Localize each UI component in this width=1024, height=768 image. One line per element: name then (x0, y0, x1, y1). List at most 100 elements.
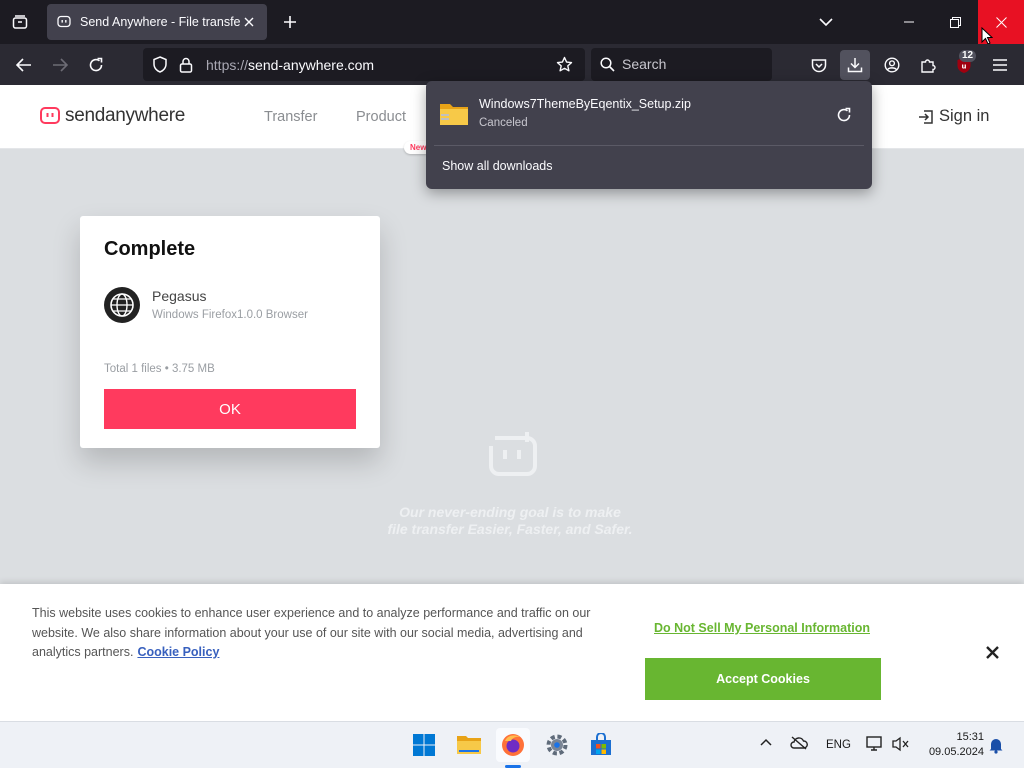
gear-icon (546, 734, 568, 756)
list-all-tabs-button[interactable] (6, 8, 34, 36)
search-bar[interactable]: Search (591, 48, 772, 81)
url-text[interactable]: https://send-anywhere.com (206, 57, 374, 73)
retry-icon (837, 107, 851, 122)
svg-text:u: u (962, 62, 967, 70)
folder-icon (457, 736, 481, 754)
extensions-button[interactable] (913, 50, 943, 80)
device-avatar (104, 287, 140, 323)
device-description: Windows Firefox1.0.0 Browser (152, 309, 308, 321)
start-button[interactable] (407, 728, 441, 762)
download-status: Canceled (479, 117, 528, 129)
zip-file-icon (440, 104, 468, 125)
file-explorer-button[interactable] (452, 728, 486, 762)
tracking-protection-shield-icon[interactable] (152, 56, 168, 73)
speaker-muted-icon (892, 736, 909, 752)
site-logo[interactable]: sendanywhere (40, 105, 185, 127)
tabs-overflow-button[interactable] (812, 9, 840, 35)
downloads-button[interactable] (840, 50, 870, 80)
cloud-off-icon (790, 736, 808, 750)
plus-icon (284, 16, 296, 28)
tab-send-anywhere[interactable]: Send Anywhere - File transfer (47, 4, 267, 40)
send-anywhere-favicon-icon (57, 15, 71, 28)
sign-in-label: Sign in (939, 107, 990, 125)
navigation-toolbar: https://send-anywhere.com Search u 12 (0, 44, 1024, 85)
network-icon (866, 736, 882, 751)
transfer-summary: Total 1 files • 3.75 MB (104, 363, 215, 375)
bookmark-star-icon[interactable] (556, 56, 573, 73)
chevron-down-icon (819, 18, 833, 27)
lock-icon[interactable] (179, 57, 193, 73)
back-button[interactable] (9, 50, 39, 80)
send-anywhere-watermark-icon (489, 432, 537, 476)
firefox-icon (502, 734, 524, 756)
store-icon (591, 733, 611, 755)
retry-download-button[interactable] (834, 105, 854, 125)
tagline: Our never-ending goal is to make file tr… (340, 504, 680, 538)
restore-window-button[interactable] (932, 0, 978, 44)
reload-button[interactable] (81, 50, 111, 80)
tab-bar: Send Anywhere - File transfer (0, 0, 1024, 45)
transfer-complete-card: Complete Pegasus Windows Firefox1.0.0 Br… (80, 216, 380, 448)
accept-cookies-button[interactable]: Accept Cookies (645, 658, 881, 700)
mouse-cursor-icon (981, 27, 993, 45)
network-button[interactable] (866, 736, 884, 752)
hamburger-icon (993, 59, 1007, 71)
new-tab-button[interactable] (278, 9, 302, 35)
close-icon (995, 16, 1007, 28)
tagline-line-1: Our never-ending goal is to make (399, 504, 621, 520)
clock-time: 15:31 (956, 731, 984, 743)
cookie-policy-link[interactable]: Cookie Policy (137, 645, 219, 659)
reload-icon (89, 57, 103, 72)
chevron-up-icon (760, 738, 772, 746)
windows-logo-icon (413, 734, 435, 756)
menu-button[interactable] (985, 50, 1015, 80)
address-bar[interactable]: https://send-anywhere.com (143, 48, 585, 81)
volume-button[interactable] (892, 736, 910, 752)
close-tab-button[interactable] (241, 14, 257, 30)
sign-in-icon (919, 109, 933, 124)
card-heading: Complete (104, 238, 196, 260)
bell-icon (989, 739, 1003, 754)
notifications-button[interactable] (988, 737, 1004, 754)
restore-icon (949, 16, 961, 28)
search-icon (600, 57, 615, 72)
ok-button[interactable]: OK (104, 389, 356, 429)
logo-text-anywhere: anywhere (105, 105, 185, 126)
input-language[interactable]: ENG (826, 739, 851, 751)
show-all-downloads-link[interactable]: Show all downloads (442, 159, 553, 173)
globe-icon (110, 293, 134, 317)
do-not-sell-link[interactable]: Do Not Sell My Personal Information (654, 621, 870, 635)
microsoft-store-button[interactable] (584, 728, 618, 762)
firefox-button[interactable] (496, 728, 530, 762)
close-icon (985, 645, 999, 659)
settings-button[interactable] (540, 728, 574, 762)
pocket-button[interactable] (804, 50, 834, 80)
device-name: Pegasus (152, 288, 207, 304)
forward-button[interactable] (45, 50, 75, 80)
sign-in-link[interactable]: Sign in (918, 107, 989, 126)
logo-text-send: send (65, 105, 106, 126)
account-button[interactable] (877, 50, 907, 80)
search-placeholder: Search (622, 56, 667, 72)
tab-title: Send Anywhere - File transfer (80, 15, 241, 29)
arrow-right-icon (53, 58, 68, 72)
minimize-window-button[interactable] (886, 0, 932, 44)
show-hidden-icons-button[interactable] (760, 738, 772, 746)
windows-taskbar: ENG 15:31 09.05.2024 (0, 721, 1024, 768)
nav-transfer-link[interactable]: Transfer (264, 109, 317, 125)
downloads-panel: Windows7ThemeByEqentix_Setup.zip Cancele… (426, 81, 872, 189)
cookie-text-block: This website uses cookies to enhance use… (32, 604, 622, 663)
close-cookie-banner-button[interactable] (982, 642, 1002, 662)
taskbar-clock[interactable]: 15:31 09.05.2024 (920, 730, 984, 760)
pocket-icon (811, 58, 827, 72)
close-icon (244, 17, 254, 27)
download-icon (847, 58, 863, 73)
clock-date: 09.05.2024 (928, 746, 984, 758)
onedrive-status-button[interactable] (790, 736, 808, 750)
ublock-badge: 12 (959, 50, 977, 62)
nav-product-link[interactable]: Product (356, 109, 406, 125)
download-filename[interactable]: Windows7ThemeByEqentix_Setup.zip (479, 97, 691, 111)
minimize-icon (904, 21, 914, 23)
tagline-line-2: file transfer Easier, Faster, and Safer. (387, 521, 633, 537)
panel-divider (434, 145, 864, 146)
